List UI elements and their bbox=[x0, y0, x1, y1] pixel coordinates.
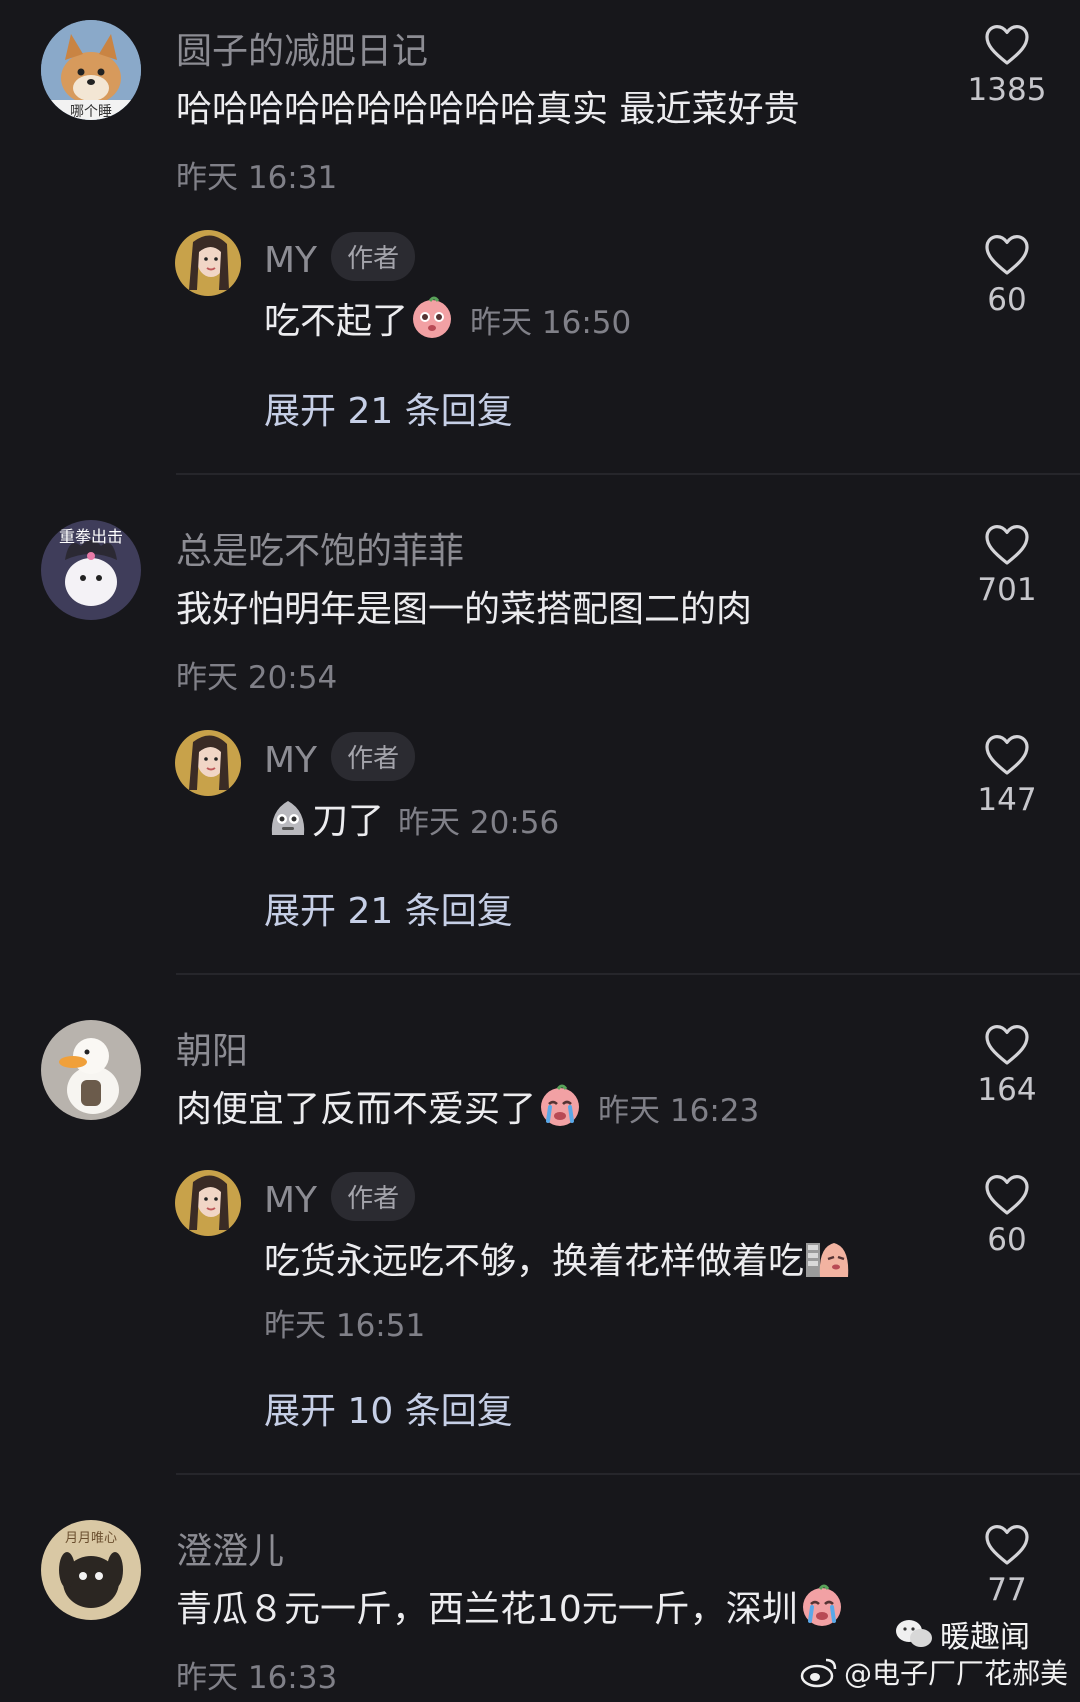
weibo-handle: @电子厂厂花郝美 bbox=[843, 1657, 1068, 1690]
comment-text: 青瓜８元一斤，西兰花10元一斤，深圳 bbox=[176, 1589, 798, 1630]
comment-text-line: 肉便宜了反而不爱买了 昨天 16:23 bbox=[176, 1080, 759, 1132]
like-button[interactable]: 701 bbox=[947, 522, 1067, 608]
divider bbox=[176, 973, 1080, 975]
divider bbox=[176, 473, 1080, 475]
knife-face-emoji-icon bbox=[271, 801, 305, 835]
comment-text: 我好怕明年是图一的菜搭配图二的肉 bbox=[176, 589, 753, 630]
reply-time: 昨天 16:50 bbox=[470, 305, 632, 341]
reply-username-text[interactable]: MY bbox=[264, 1180, 317, 1221]
like-button[interactable]: 77 bbox=[947, 1522, 1067, 1608]
avatar-caption: 月月唯心 bbox=[65, 1531, 117, 1546]
peach-crying-emoji-icon bbox=[541, 1084, 580, 1126]
reply-text-line: 吃不起了 昨天 16:50 bbox=[264, 292, 631, 344]
comment-text-line: 青瓜８元一斤，西兰花10元一斤，深圳 bbox=[176, 1580, 846, 1632]
avatar-shiba[interactable]: 哪个睡 bbox=[41, 20, 141, 120]
heart-outline-icon[interactable] bbox=[983, 232, 1031, 276]
author-badge: 作者 bbox=[331, 732, 416, 781]
like-count: 77 bbox=[987, 1572, 1027, 1608]
avatar-caption: 重拳出击 bbox=[59, 527, 123, 546]
author-badge: 作者 bbox=[331, 1172, 416, 1221]
comment-text: 哈哈哈哈哈哈哈哈哈哈真实 最近菜好贵 bbox=[176, 89, 800, 130]
wechat-icon bbox=[896, 1620, 932, 1647]
reply-like-button[interactable]: 60 bbox=[947, 1172, 1067, 1258]
reply-username-text[interactable]: MY bbox=[264, 740, 317, 781]
reply-text-line: 吃货永远吃不够，换着花样做着吃 bbox=[264, 1232, 852, 1284]
like-count: 147 bbox=[977, 782, 1037, 818]
like-count: 60 bbox=[987, 1222, 1027, 1258]
reply-username[interactable]: MY 作者 bbox=[264, 1172, 416, 1221]
reply-like-button[interactable]: 147 bbox=[947, 732, 1067, 818]
reply-username-text[interactable]: MY bbox=[264, 240, 317, 281]
like-count: 60 bbox=[987, 282, 1027, 318]
avatar-my[interactable] bbox=[175, 1170, 241, 1236]
expand-replies-link[interactable]: 展开 21 条回复 bbox=[264, 882, 513, 934]
avatar-my[interactable] bbox=[175, 730, 241, 796]
avatar-kuromi[interactable]: 重拳出击 bbox=[41, 520, 141, 620]
divider bbox=[176, 1473, 1080, 1475]
peach-smug-emoji-icon bbox=[806, 1243, 849, 1277]
like-count: 164 bbox=[977, 1072, 1037, 1108]
comment-username[interactable]: 圆子的减肥日记 bbox=[176, 22, 428, 74]
reply-text: 吃不起了 bbox=[264, 301, 409, 342]
reply-text: 刀了 bbox=[312, 801, 385, 842]
reply-like-button[interactable]: 60 bbox=[947, 232, 1067, 318]
heart-outline-icon[interactable] bbox=[983, 732, 1031, 776]
wechat-account: 暖趣闻 bbox=[940, 1620, 1030, 1655]
wechat-watermark: 暖趣闻 bbox=[894, 1612, 1030, 1656]
reply-time: 昨天 20:56 bbox=[398, 805, 560, 841]
comment-text: 肉便宜了反而不爱买了 bbox=[176, 1089, 537, 1130]
reply-text-line: 刀了 昨天 20:56 bbox=[264, 792, 559, 844]
heart-outline-icon[interactable] bbox=[983, 522, 1031, 566]
author-badge: 作者 bbox=[331, 232, 416, 281]
weibo-watermark: @电子厂厂花郝美 bbox=[800, 1652, 1068, 1692]
expand-replies-link[interactable]: 展开 21 条回复 bbox=[264, 382, 513, 434]
like-count: 701 bbox=[977, 572, 1037, 608]
like-button[interactable]: 164 bbox=[947, 1022, 1067, 1108]
reply-time: 昨天 16:51 bbox=[264, 1308, 426, 1344]
avatar-caption: 哪个睡 bbox=[70, 104, 112, 120]
comment-username[interactable]: 朝阳 bbox=[176, 1022, 248, 1074]
reply-username[interactable]: MY 作者 bbox=[264, 732, 416, 781]
heart-outline-icon[interactable] bbox=[983, 1022, 1031, 1066]
peach-crying-emoji-icon bbox=[802, 1584, 841, 1626]
reply-text: 吃货永远吃不够，换着花样做着吃 bbox=[264, 1241, 805, 1282]
comment-username[interactable]: 澄澄儿 bbox=[176, 1522, 284, 1574]
peach-pleading-emoji-icon bbox=[413, 296, 452, 338]
heart-outline-icon[interactable] bbox=[983, 22, 1031, 66]
like-button[interactable]: 1385 bbox=[947, 22, 1067, 108]
heart-outline-icon[interactable] bbox=[983, 1172, 1031, 1216]
avatar-my[interactable] bbox=[175, 230, 241, 296]
comment-username[interactable]: 总是吃不饱的菲菲 bbox=[176, 522, 464, 574]
comment-time: 昨天 20:54 bbox=[176, 660, 338, 696]
comment-time: 昨天 16:23 bbox=[598, 1093, 760, 1129]
comment-time: 昨天 16:31 bbox=[176, 160, 338, 196]
expand-replies-link[interactable]: 展开 10 条回复 bbox=[264, 1382, 513, 1434]
avatar-dog[interactable]: 月月唯心 bbox=[41, 1520, 141, 1620]
like-count: 1385 bbox=[967, 72, 1047, 108]
avatar-duck[interactable] bbox=[41, 1020, 141, 1120]
weibo-icon bbox=[800, 1658, 837, 1688]
heart-outline-icon[interactable] bbox=[983, 1522, 1031, 1566]
comment-time: 昨天 16:33 bbox=[176, 1660, 338, 1696]
reply-username[interactable]: MY 作者 bbox=[264, 232, 416, 281]
